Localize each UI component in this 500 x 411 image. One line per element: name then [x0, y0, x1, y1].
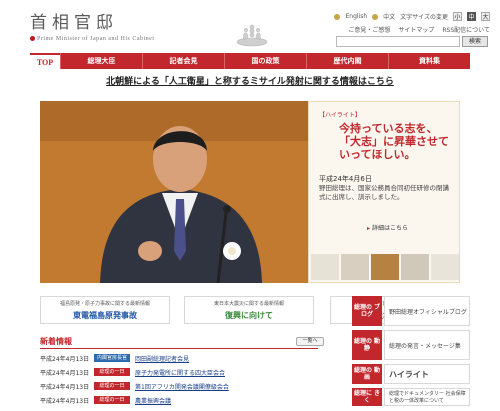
hero-feature: 【ハイライト】 今持っている志を、「大志」に昇華させていってほしい。 平成24年…	[40, 101, 460, 283]
site-subtitle: Prime Minister of Japan and His Cabinet	[37, 36, 155, 42]
recovery-banner[interactable]: 東日本大震災に関する最新情報 復興に向けて	[184, 296, 314, 324]
search-button[interactable]: 検索	[462, 36, 488, 47]
blog-block[interactable]: 総理の ブログ 野田総理オフィシャルブログ	[352, 296, 470, 326]
speech-body: 総理の発言・メッセージ集	[384, 330, 470, 360]
news-date: 平成24年4月13日	[40, 355, 90, 363]
english-link[interactable]: English	[345, 13, 367, 20]
news-link[interactable]: 農業振興会議	[135, 396, 171, 405]
news-row[interactable]: 平成24年4月13日 内閣官房長官 岡田副総理記者会見	[40, 352, 330, 364]
thumbnail[interactable]	[431, 254, 459, 280]
font-size-small-button[interactable]: 小	[453, 12, 462, 21]
hero-description: 野田総理は、国家公務員合同初任研修の閉講式に出席し、訓示しました。	[319, 184, 449, 201]
news-divider	[40, 348, 318, 349]
hero-headline[interactable]: 今持っている志を、「大志」に昇華させていってほしい。	[339, 122, 449, 161]
utility-links: ご意見・ご感想 サイトマップ RSS配信について	[348, 25, 490, 34]
nav-cabinets[interactable]: 歴代内閣	[306, 53, 388, 69]
nav-policies[interactable]: 国の政策	[224, 53, 306, 69]
utility-bar: English 中文 文字サイズの変更 小 中 大	[334, 12, 490, 21]
font-size-label: 文字サイズの変更	[400, 14, 448, 21]
news-link[interactable]: 第1回アフリカ開発会議閣僚級会合	[135, 382, 229, 391]
prime-minister-photo[interactable]	[40, 101, 308, 283]
news-list-button[interactable]: 一覧へ	[296, 337, 324, 346]
font-size-large-button[interactable]: 大	[481, 12, 490, 21]
news-link[interactable]: 原子力発電所に関する四大臣会合	[135, 368, 225, 377]
documentary-body: 総理でドキュメンタリー 社会保障と税の一体改革について	[384, 388, 470, 406]
thumbnail[interactable]	[401, 254, 429, 280]
rss-link[interactable]: RSS配信について	[442, 25, 490, 34]
font-size-medium-button[interactable]: 中	[467, 12, 476, 21]
chinese-link[interactable]: 中文	[383, 12, 395, 21]
news-category-badge: 総理の一日	[94, 368, 130, 376]
fukushima-banner[interactable]: 福島原発・原子力事故に関する最新情報 東電福島原発事故	[40, 296, 170, 324]
speech-block[interactable]: 総理の 動静 総理の発言・メッセージ集	[352, 330, 470, 360]
blog-body: 野田総理オフィシャルブログ	[384, 296, 470, 326]
banner-title: 東電福島原発事故	[73, 311, 137, 320]
news-category-badge: 内閣官房長官	[94, 354, 130, 362]
site-title[interactable]: 首相官邸	[30, 8, 118, 33]
news-category-badge: 総理の一日	[94, 382, 130, 390]
globe-icon	[372, 13, 379, 20]
hero-caption-panel: 【ハイライト】 今持っている志を、「大志」に昇華させていってほしい。 平成24年…	[308, 101, 460, 283]
hero-date: 平成24年4月6日	[319, 175, 372, 183]
news-date: 平成24年4月13日	[40, 397, 90, 405]
video-body: ハイライト	[384, 364, 470, 384]
logo-red-dot	[30, 36, 35, 41]
video-label: 総理の 動画	[352, 364, 382, 384]
right-column: 総理の ブログ 野田総理オフィシャルブログ 総理の 動静 総理の発言・メッセージ…	[352, 296, 470, 406]
hero-tag: 【ハイライト】	[319, 112, 361, 119]
documentary-block[interactable]: 総理に きく 総理でドキュメンタリー 社会保障と税の一体改革について	[352, 388, 470, 406]
global-nav: TOP 総理大臣 記者会見 国の政策 歴代内閣 資料集	[30, 53, 470, 69]
photo-illustration	[40, 101, 308, 283]
thumbnail[interactable]	[371, 254, 399, 280]
banner-title: 復興に向けて	[225, 311, 273, 320]
nav-top[interactable]: TOP	[30, 53, 60, 69]
globe-icon	[334, 13, 341, 20]
news-category-badge: 総理の一日	[94, 396, 130, 404]
sitemap-link[interactable]: サイトマップ	[398, 25, 434, 34]
banner-caption: 福島原発・原子力事故に関する最新情報	[59, 301, 150, 307]
paulownia-emblem-icon	[236, 24, 268, 47]
news-row[interactable]: 平成24年4月13日 総理の一日 農業振興会議	[40, 394, 330, 406]
video-block[interactable]: 総理の 動画 ハイライト	[352, 364, 470, 384]
missile-alert-link[interactable]: 北朝鮮による「人工衛星」と称するミサイル発射に関する情報はこちら	[30, 72, 470, 92]
site-header: 首相官邸 Prime Minister of Japan and His Cab…	[0, 0, 500, 52]
speech-label: 総理の 動静	[352, 330, 382, 360]
news-row[interactable]: 平成24年4月13日 総理の一日 原子力発電所に関する四大臣会合	[40, 366, 330, 378]
thumbnail[interactable]	[311, 254, 339, 280]
news-date: 平成24年4月13日	[40, 383, 90, 391]
blog-label: 総理の ブログ	[352, 296, 382, 326]
banner-caption: 東日本大震災に関する最新情報	[213, 301, 284, 307]
hero-more-link[interactable]: 詳細はこちら	[367, 223, 408, 232]
nav-press-conference[interactable]: 記者会見	[142, 53, 224, 69]
nav-documents[interactable]: 資料集	[388, 53, 470, 69]
news-link[interactable]: 岡田副総理記者会見	[135, 354, 189, 363]
nav-prime-minister[interactable]: 総理大臣	[60, 53, 142, 69]
news-date: 平成24年4月13日	[40, 369, 90, 377]
news-heading: 新着情報	[40, 337, 72, 346]
thumbnail[interactable]	[341, 254, 369, 280]
feedback-link[interactable]: ご意見・ご感想	[348, 25, 390, 34]
news-row[interactable]: 平成24年4月13日 総理の一日 第1回アフリカ開発会議閣僚級会合	[40, 380, 330, 392]
hero-thumbnails	[309, 252, 461, 284]
search-input[interactable]	[336, 36, 460, 47]
documentary-label: 総理に きく	[352, 388, 382, 406]
